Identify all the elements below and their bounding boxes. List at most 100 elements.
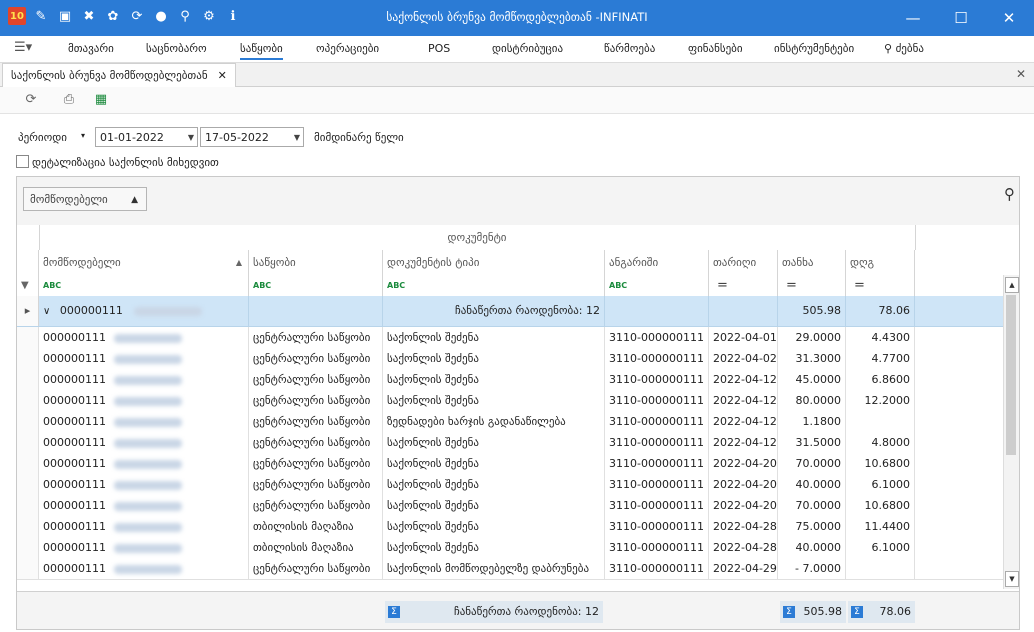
- scroll-down-icon[interactable]: ▼: [1005, 571, 1019, 587]
- cell-supplier: 000000111: [39, 558, 249, 579]
- cell-vat: 10.6800: [846, 453, 915, 474]
- filter-date[interactable]: =: [709, 275, 778, 296]
- cell-date-value: 2022-04-12: [713, 373, 777, 386]
- menu-item-distribution[interactable]: დისტრიბუცია: [492, 42, 563, 55]
- chevron-down-icon[interactable]: ▼: [294, 128, 300, 148]
- column-header-doc-type[interactable]: დოკუმენტის ტიპი: [383, 250, 605, 275]
- filter-warehouse[interactable]: ABC: [249, 275, 383, 296]
- cell-date: 2022-04-20: [709, 453, 778, 474]
- cell-vat: [846, 411, 915, 432]
- minimize-button[interactable]: —: [898, 6, 928, 30]
- cell-amount: 31.3000: [778, 348, 846, 369]
- column-header-vat[interactable]: დღგ: [846, 250, 915, 275]
- filter-icon[interactable]: ▼: [17, 275, 39, 296]
- sort-up-icon: ▲: [235, 258, 242, 267]
- menu-item-instruments[interactable]: ინსტრუმენტები: [774, 42, 854, 55]
- expand-chevron-icon[interactable]: ∨: [43, 306, 50, 317]
- cell-amount: 80.0000: [778, 390, 846, 411]
- table-row[interactable]: 000000111 ცენტრალური საწყობი საქონლის შეძე…: [17, 369, 1004, 391]
- group-row-supplier[interactable]: ▸ ∨ 000000111 ჩანაწერთა რაოდენობა: 12 50…: [17, 296, 1004, 327]
- cell-date: 2022-04-20: [709, 495, 778, 516]
- detail-checkbox[interactable]: [16, 155, 29, 168]
- period-name: მიმდინარე წელი: [314, 131, 404, 144]
- menu-bar: ☰▾ მთავარი საცნობარო საწყობი ოპერაციები …: [0, 36, 1034, 63]
- filter-account[interactable]: ABC: [605, 275, 709, 296]
- menu-search[interactable]: ⚲ ძებნა: [884, 42, 924, 55]
- cell-doc-type: საქონლის შეძენა: [383, 348, 605, 369]
- table-row[interactable]: 000000111 ცენტრალური საწყობი საქონლის შეძე…: [17, 495, 1004, 517]
- menu-item-main[interactable]: მთავარი: [68, 42, 114, 55]
- cell-date: 2022-04-12: [709, 432, 778, 453]
- cell-warehouse-value: ცენტრალური საწყობი: [253, 331, 371, 344]
- cell-amount: 29.0000: [778, 327, 846, 348]
- table-row[interactable]: 000000111 ცენტრალური საწყობი საქონლის შეძე…: [17, 453, 1004, 475]
- cell-date: 2022-04-20: [709, 474, 778, 495]
- table-row[interactable]: 000000111 ცენტრალური საწყობი ზედნადები ხარ…: [17, 411, 1004, 433]
- cell-doc-type: საქონლის შეძენა: [383, 474, 605, 495]
- cell-doc-type-value: საქონლის შეძენა: [387, 499, 479, 512]
- tab-close-icon[interactable]: ✕: [218, 69, 227, 82]
- close-all-tabs-icon[interactable]: ✕: [1016, 67, 1026, 81]
- excel-export-icon[interactable]: ▦: [92, 91, 110, 109]
- tab-supplier-turnover[interactable]: საქონლის ბრუნვა მომწოდებლებთან ✕: [2, 63, 236, 87]
- chevron-down-icon[interactable]: ▼: [188, 128, 194, 148]
- cell-date-value: 2022-04-28: [713, 541, 777, 554]
- footer-vat-value: 78.06: [879, 605, 912, 618]
- table-row[interactable]: 000000111 თბილისის მაღაზია საქონლის შეძენა…: [17, 516, 1004, 538]
- column-header-supplier[interactable]: მომწოდებელი ▲: [39, 250, 249, 275]
- menu-item-finance[interactable]: ფინანსები: [688, 42, 743, 55]
- period-dropdown-icon[interactable]: ▾: [81, 131, 85, 140]
- cell-date-value: 2022-04-12: [713, 436, 777, 449]
- cell-doc-type-value: საქონლის შეძენა: [387, 457, 479, 470]
- filter-vat[interactable]: =: [846, 275, 915, 296]
- date-to-field[interactable]: 17-05-2022 ▼: [200, 127, 304, 147]
- auto-filter-row: ▼ ABC ABC ABC ABC = = =: [17, 275, 1019, 297]
- table-row[interactable]: 000000111 ცენტრალური საწყობი საქონლის შეძე…: [17, 390, 1004, 412]
- group-chip-supplier[interactable]: მომწოდებელი ▲: [23, 187, 147, 211]
- group-amount: 505.98: [778, 296, 846, 326]
- filter-supplier[interactable]: ABC: [39, 275, 249, 296]
- table-row[interactable]: 000000111 ცენტრალური საწყობი საქონლის შეძე…: [17, 348, 1004, 370]
- cell-amount-value: 29.0000: [795, 331, 842, 344]
- cell-supplier-value: 000000111: [43, 562, 106, 575]
- cell-warehouse-value: ცენტრალური საწყობი: [253, 394, 371, 407]
- close-window-button[interactable]: ✕: [994, 6, 1024, 30]
- cell-vat-value: 4.7700: [871, 352, 911, 365]
- column-header-warehouse[interactable]: საწყობი: [249, 250, 383, 275]
- grid-search-icon[interactable]: ⚲: [1004, 185, 1015, 203]
- vertical-scrollbar[interactable]: ▲ ▼: [1003, 275, 1019, 589]
- cell-account: 3110-000000111: [605, 453, 709, 474]
- menu-toggle-icon[interactable]: ☰▾: [14, 40, 32, 55]
- cell-vat-value: 6.8600: [871, 373, 911, 386]
- cell-vat: 6.1000: [846, 474, 915, 495]
- maximize-button[interactable]: ☐: [946, 6, 976, 30]
- table-row[interactable]: 000000111 ცენტრალური საწყობი საქონლის შეძე…: [17, 327, 1004, 349]
- refresh-icon[interactable]: ⟳: [22, 91, 40, 109]
- column-header-amount[interactable]: თანხა: [778, 250, 846, 275]
- table-row[interactable]: 000000111 თბილისის მაღაზია საქონლის შეძენა…: [17, 537, 1004, 559]
- cell-doc-type: საქონლის შეძენა: [383, 432, 605, 453]
- filter-doc-type[interactable]: ABC: [383, 275, 605, 296]
- filter-amount[interactable]: =: [778, 275, 846, 296]
- menu-item-operations[interactable]: ოპერაციები: [316, 42, 379, 55]
- print-icon[interactable]: ⎙: [60, 91, 78, 109]
- column-header-date[interactable]: თარიღი: [709, 250, 778, 275]
- menu-item-production[interactable]: წარმოება: [604, 42, 655, 55]
- cell-doc-type-value: საქონლის შეძენა: [387, 373, 479, 386]
- cell-vat: 12.2000: [846, 390, 915, 411]
- menu-item-pos[interactable]: POS: [428, 42, 450, 55]
- column-header-account[interactable]: ანგარიში: [605, 250, 709, 275]
- scroll-thumb[interactable]: [1006, 295, 1016, 455]
- date-from-field[interactable]: 01-01-2022 ▼: [95, 127, 198, 147]
- cell-supplier: 000000111: [39, 453, 249, 474]
- row-indicator: [17, 369, 39, 390]
- cell-date: 2022-04-01: [709, 327, 778, 348]
- scroll-up-icon[interactable]: ▲: [1005, 277, 1019, 293]
- menu-item-reference[interactable]: საცნობარო: [146, 42, 207, 55]
- cell-doc-type: საქონლის შეძენა: [383, 327, 605, 348]
- menu-item-warehouse[interactable]: საწყობი: [240, 42, 283, 60]
- table-row[interactable]: 000000111 ცენტრალური საწყობი საქონლის შეძე…: [17, 432, 1004, 454]
- table-row[interactable]: 000000111 ცენტრალური საწყობი საქონლის შეძე…: [17, 474, 1004, 496]
- group-vat: 78.06: [846, 296, 915, 326]
- table-row[interactable]: 000000111 ცენტრალური საწყობი საქონლის მომწ…: [17, 558, 1004, 580]
